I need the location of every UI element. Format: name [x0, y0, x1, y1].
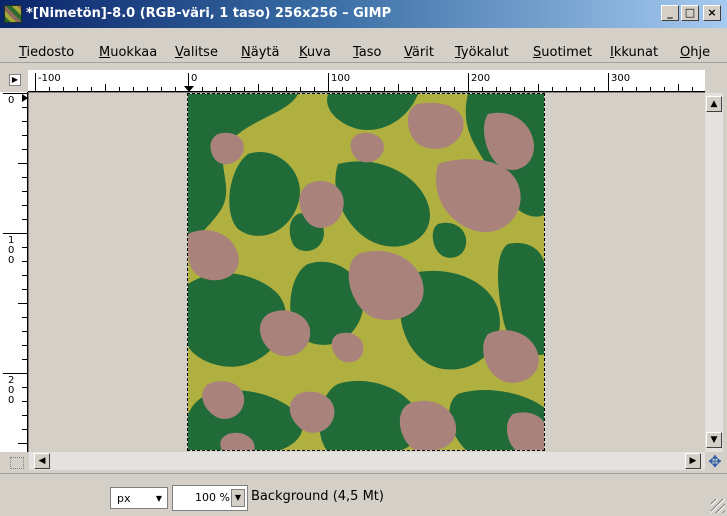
- chevron-down-icon: ▼: [155, 494, 163, 503]
- unit-value: px: [117, 492, 131, 505]
- ruler-label: 300: [611, 73, 631, 84]
- window-title: *[Nimetön]-8.0 (RGB-väri, 1 taso) 256x25…: [26, 6, 392, 21]
- horizontal-ruler[interactable]: -100 0 100 200 300: [28, 70, 705, 93]
- image-canvas[interactable]: [187, 93, 545, 451]
- resize-grip-icon[interactable]: [711, 499, 725, 513]
- menu-varit[interactable]: Värit: [404, 45, 434, 60]
- menu-bar: Tiedosto Muokkaa Valitse Näytä Kuva Taso…: [0, 28, 727, 63]
- ruler-label: 200: [471, 73, 491, 84]
- ruler-label: 200: [8, 375, 15, 406]
- vertical-ruler[interactable]: 0 100 200: [0, 92, 29, 452]
- scroll-right-button[interactable]: ▶: [685, 453, 701, 469]
- title-bar: *[Nimetön]-8.0 (RGB-väri, 1 taso) 256x25…: [0, 0, 727, 28]
- ruler-label: 0: [191, 73, 198, 84]
- navigate-icon[interactable]: ✥: [707, 454, 723, 470]
- unit-select[interactable]: px ▼: [110, 487, 168, 509]
- menu-ikkunat[interactable]: Ikkunat: [610, 45, 658, 60]
- chevron-down-icon: ▼: [231, 489, 245, 507]
- menu-kuva[interactable]: Kuva: [299, 45, 331, 60]
- ruler-label: 0: [8, 95, 15, 106]
- menu-tiedosto[interactable]: Tiedosto: [19, 45, 74, 60]
- ruler-label: 100: [331, 73, 351, 84]
- zoom-value: 100 %: [195, 491, 230, 504]
- scroll-down-button[interactable]: ▼: [706, 432, 722, 448]
- gimp-app-icon[interactable]: [4, 5, 22, 23]
- vertical-scrollbar[interactable]: ▲ ▼: [705, 93, 723, 452]
- menu-muokkaa[interactable]: Muokkaa: [99, 45, 157, 60]
- ruler-corner: ▶: [0, 70, 28, 92]
- ruler-label: -100: [38, 73, 61, 84]
- close-button[interactable]: ×: [703, 5, 721, 21]
- menu-nayta[interactable]: Näytä: [241, 45, 279, 60]
- maximize-button[interactable]: □: [681, 5, 699, 21]
- zoom-select[interactable]: 100 % ▼: [172, 485, 248, 511]
- menu-ohje[interactable]: Ohje: [680, 45, 710, 60]
- scroll-up-button[interactable]: ▲: [706, 96, 722, 112]
- menu-valitse[interactable]: Valitse: [175, 45, 218, 60]
- scroll-left-button[interactable]: ◀: [34, 453, 50, 469]
- menu-suotimet[interactable]: Suotimet: [533, 45, 592, 60]
- quick-mask-toggle-icon[interactable]: [10, 457, 24, 469]
- menu-tyokalut[interactable]: Työkalut: [455, 45, 509, 60]
- menu-arrow-icon[interactable]: ▶: [9, 74, 21, 86]
- minimize-button[interactable]: _: [661, 5, 679, 21]
- horizontal-scrollbar[interactable]: ◀ ▶: [29, 452, 705, 470]
- layer-info: Background (4,5 Mt): [251, 489, 384, 504]
- ruler-label: 100: [8, 235, 15, 266]
- canvas-area[interactable]: [29, 93, 705, 452]
- menu-taso[interactable]: Taso: [353, 45, 382, 60]
